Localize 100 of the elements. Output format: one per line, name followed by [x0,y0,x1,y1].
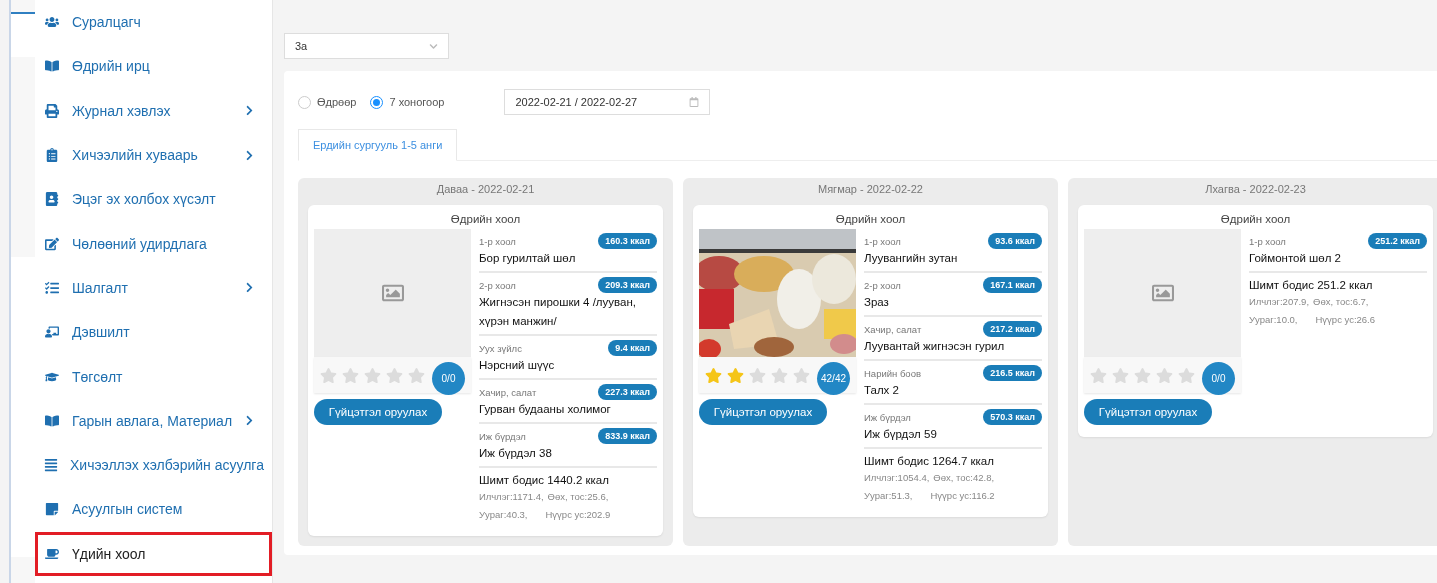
contact-card-icon [44,192,60,207]
sidebar-item[interactable]: Үдийн хоол [35,531,272,576]
dish-category: Хачир, салат [864,323,922,335]
printer-icon [44,103,60,118]
nutrient-value: Илчлэг:1054.4, [864,471,930,485]
calorie-badge: 93.6 ккал [988,233,1042,249]
calorie-badge: 251.2 ккал [1368,233,1427,249]
tab[interactable]: Ердийн сургууль 1-5 анги [298,129,458,161]
nutrient-total: Шимт бодис 1440.2 ккал [479,474,610,486]
add-performance-button[interactable]: Гүйцэтгэл оруулах [314,399,442,425]
star-icon[interactable] [793,366,810,384]
star-icon[interactable] [1090,366,1107,384]
calorie-badge: 570.3 ккал [983,409,1042,425]
sidebar-item[interactable]: Чөлөөний удирдлага [35,221,272,266]
dish-name: Иж бүрдэл 38 [479,446,553,461]
calorie-badge: 227.3 ккал [598,384,657,400]
nutrient-value: Нүүрс ус:26.6 [1315,313,1376,327]
book-icon [44,413,60,428]
nutrient-total: Шимт бодис 1264.7 ккал [864,455,995,467]
dish-category: Хачир, салат [479,386,537,398]
sidebar-item[interactable]: Гарын авлага, Материал [35,398,272,443]
dish-category: Нарийн боов [864,367,921,379]
period-radio[interactable]: 7 хоногоор [370,95,445,109]
teacher-board-icon [44,325,60,340]
star-icon[interactable] [408,366,425,384]
star-icon[interactable] [364,366,381,384]
coffee-cup-icon [44,546,60,561]
class-select[interactable]: 3а [284,33,449,59]
star-icon[interactable] [386,366,403,384]
dish-category: Уух зүйлс [479,342,522,354]
sidebar-item[interactable]: Эцэг эх холбох хүсэлт [35,177,272,222]
dish-name: Луувантай жигнэсэн гурил [864,339,1006,354]
sidebar-item[interactable]: Журнал хэвлэх [35,88,272,133]
calorie-badge: 167.1 ккал [983,277,1042,293]
calorie-badge: 9.4 ккал [608,340,657,356]
dish-category: Иж бүрдэл [479,430,526,442]
clipboard-icon [44,148,60,163]
nutrient-value: Нүүрс ус:116.2 [930,489,995,503]
dish-name: Луувангийн зутан [864,251,959,266]
dish-category: 2-р хоол [479,279,516,291]
star-icon[interactable] [749,366,766,384]
dish-category: 1-р хоол [1249,235,1286,247]
users-icon [44,15,60,30]
add-performance-button[interactable]: Гүйцэтгэл оруулах [699,399,827,425]
caret-icon [429,41,438,51]
period-radio[interactable]: Өдрөөр [298,95,357,109]
sidebar-item[interactable]: Суралцагч [35,0,272,45]
sidebar-item[interactable]: Шалгалт [35,265,272,311]
nutrient-value: Уураг:10.0, [1249,313,1298,327]
dish-name: Зраз [864,295,890,310]
sidebar-item[interactable]: Асуулгын систем [35,487,272,532]
nutrient-value: Нүүрс ус:202.9 [545,508,611,522]
calorie-badge: 216.5 ккал [983,365,1042,381]
star-icon[interactable] [320,366,337,384]
star-icon[interactable] [1134,366,1151,384]
star-icon[interactable] [705,366,722,384]
checklist-icon [44,280,60,295]
calorie-badge: 833.9 ккал [598,428,657,444]
date-range-field[interactable]: 2022-02-21 / 2022-02-27 [504,89,711,115]
card-title: Өдрийн хоол [449,213,522,225]
calorie-badge: 160.3 ккал [598,233,657,249]
sidebar-item[interactable]: Хичээлийн хуваарь [35,132,272,178]
nutrient-value: Өөх, тос:25.6, [547,490,609,504]
sidebar-item[interactable]: Төгсөлт [35,354,272,399]
dish-category: 2-р хоол [864,279,901,291]
star-icon[interactable] [1178,366,1195,384]
add-performance-button[interactable]: Гүйцэтгэл оруулах [1084,399,1212,425]
dish-name: Бор гурилтай шөл [479,251,577,266]
star-icon[interactable] [1156,366,1173,384]
dish-name: Гурван будааны холимог [479,402,612,417]
star-icon[interactable] [1112,366,1129,384]
star-icon[interactable] [771,366,788,384]
dish-category: 1-р хоол [479,235,516,247]
nutrient-value: Илчлэг:207.9, [1249,295,1310,309]
star-icon[interactable] [342,366,359,384]
nutrient-value: Өөх, тос:42.8, [933,471,995,485]
card-title: Өдрийн хоол [1219,213,1292,225]
day-title: Лхагва - 2022-02-23 [1204,183,1307,197]
note-icon [44,502,60,517]
nutrient-value: Уураг:40.3, [479,508,528,522]
sidebar-item[interactable]: Өдрийн ирц [35,44,272,89]
edit-icon [44,236,60,251]
calorie-badge: 217.2 ккал [983,321,1042,337]
dish-name: Нэрсний шүүс [479,358,556,373]
nutrient-value: Өөх, тос:6.7, [1313,295,1369,309]
sidebar-item[interactable]: Хичээллэх хэлбэрийн асуулга [35,442,272,488]
dish-name: Талх 2 [864,383,900,398]
dish-category: 1-р хоол [864,235,901,247]
day-title: Даваа - 2022-02-21 [435,183,536,197]
dish-name: Жигнэсэн пирошки 4 /лууван, хүрэн манжин/ [479,295,637,329]
menu-icon [44,458,58,473]
nutrient-value: Уураг:51.3, [864,489,913,503]
sidebar-item[interactable]: Дэвшилт [35,310,272,355]
calendar-icon [689,97,700,107]
calorie-badge: 209.3 ккал [598,277,657,293]
nutrient-total: Шимт бодис 251.2 ккал [1249,279,1374,291]
nutrient-value: Илчлэг:1171.4, [479,490,544,504]
dish-category: Иж бүрдэл [864,411,911,423]
book-icon [44,59,60,74]
star-icon[interactable] [727,366,744,384]
